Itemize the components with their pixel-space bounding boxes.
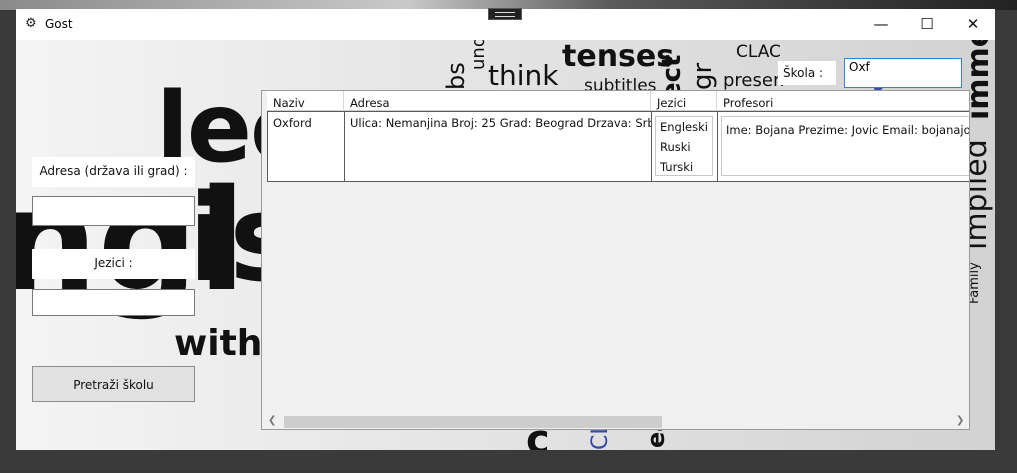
search-school-button[interactable]: Pretraži školu: [32, 366, 195, 402]
list-item[interactable]: Turski: [660, 157, 712, 177]
column-header-profesori[interactable]: Profesori: [717, 91, 969, 111]
column-header-naziv[interactable]: Naziv: [267, 91, 344, 111]
wc-word: think: [488, 59, 559, 92]
scroll-left-arrow-icon[interactable]: ❮: [268, 415, 276, 426]
skola-label: Škola :: [778, 61, 836, 85]
wc-word: CLAC: [736, 42, 781, 62]
cell-jezici[interactable]: Engleski Ruski Turski: [651, 111, 718, 182]
skola-input[interactable]: [844, 58, 962, 88]
cell-profesori[interactable]: Ime: Bojana Prezime: Jovic Email: bojana…: [717, 111, 969, 182]
column-header-adresa[interactable]: Adresa: [344, 91, 651, 111]
list-item[interactable]: Engleski: [660, 117, 712, 137]
adresa-label: Adresa (država ili grad) :: [32, 157, 195, 187]
client-area: lec ngl is with think tenses subtitles p…: [16, 40, 995, 450]
wc-word: presen: [723, 70, 785, 91]
drag-grip-handle[interactable]: [488, 8, 522, 20]
scrollbar-thumb[interactable]: [284, 416, 662, 428]
cell-naziv[interactable]: Oxford: [267, 111, 345, 182]
window-title: Gost: [45, 17, 73, 31]
app-gear-icon: ⚙: [25, 16, 37, 31]
jezici-label: Jezici :: [32, 249, 195, 279]
wc-word: gr: [688, 62, 718, 90]
maximize-icon[interactable]: ☐: [904, 9, 950, 40]
close-icon[interactable]: ✕: [950, 9, 995, 40]
profesori-listbox[interactable]: Ime: Bojana Prezime: Jovic Email: bojana…: [721, 116, 969, 176]
list-item[interactable]: Ime: Bojana Prezime: Jovic Email: bojana…: [726, 123, 969, 137]
wc-word: with: [174, 323, 263, 364]
adresa-input[interactable]: [32, 196, 195, 226]
wc-word: bs: [442, 62, 470, 90]
minimize-icon[interactable]: —: [858, 9, 904, 40]
app-window: ⚙ Gost — ☐ ✕ lec ngl is with think tense…: [16, 9, 995, 450]
jezici-input[interactable]: [32, 289, 195, 316]
cell-adresa[interactable]: Ulica: Nemanjina Broj: 25 Grad: Beograd …: [344, 111, 652, 182]
schools-data-grid[interactable]: Naziv Adresa Jezici Profesori Oxford Uli…: [261, 90, 970, 430]
wc-word: und: [468, 40, 489, 70]
scroll-right-arrow-icon[interactable]: ❯: [956, 415, 964, 426]
jezici-listbox[interactable]: Engleski Ruski Turski: [655, 116, 713, 176]
column-header-jezici[interactable]: Jezici: [651, 91, 717, 111]
list-item[interactable]: Ruski: [660, 137, 712, 157]
horizontal-scrollbar[interactable]: ❮ ❯: [262, 413, 969, 429]
